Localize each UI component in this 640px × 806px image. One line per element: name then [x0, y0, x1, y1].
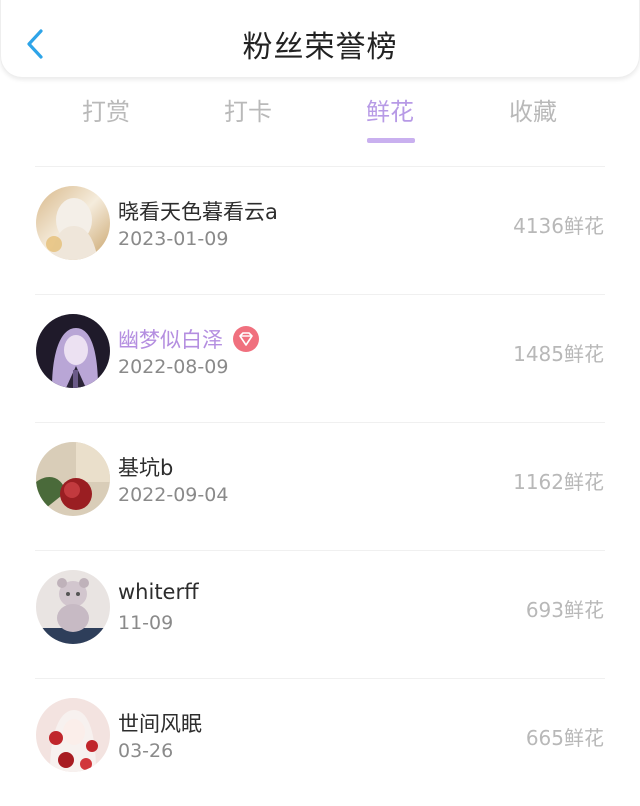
page-title: 粉丝荣誉榜	[242, 30, 398, 65]
flower-count: 1162鲜花	[513, 470, 604, 494]
tab-bar: 打赏 打卡 鲜花 收藏	[0, 92, 640, 148]
tab-favorites[interactable]: 收藏	[473, 92, 593, 148]
list-item[interactable]: 幽梦似白泽 2022-08-09 1485鲜花	[0, 294, 640, 422]
fan-name: whiterff	[118, 580, 199, 604]
avatar	[36, 442, 110, 516]
avatar	[36, 698, 110, 772]
tab-label: 收藏	[509, 98, 557, 126]
list-item[interactable]: 世间风眠 03-26 665鲜花	[0, 678, 640, 806]
flower-count: 693鲜花	[525, 598, 604, 622]
active-tab-indicator	[367, 138, 415, 143]
fan-name: 世间风眠	[118, 708, 202, 738]
fan-name: 基坑b	[118, 452, 173, 482]
fan-name-text: 晓看天色暮看云a	[118, 200, 278, 224]
tab-label: 打卡	[224, 98, 272, 126]
fan-name-text: 基坑b	[118, 456, 174, 480]
header-bar: 粉丝荣誉榜	[0, 0, 640, 78]
avatar	[36, 570, 110, 644]
flower-count: 665鲜花	[525, 726, 604, 750]
fan-date: 2022-09-04	[118, 484, 229, 506]
flower-count: 4136鲜花	[513, 214, 604, 238]
flower-count: 1485鲜花	[513, 342, 604, 366]
avatar	[36, 186, 110, 260]
fan-name-text: 世间风眠	[118, 712, 202, 736]
list-item[interactable]: 基坑b 2022-09-04 1162鲜花	[0, 422, 640, 550]
tab-checkin[interactable]: 打卡	[188, 92, 308, 148]
tab-label: 鲜花	[366, 98, 414, 126]
tab-tips[interactable]: 打赏	[46, 92, 166, 148]
fan-date: 2022-08-09	[118, 356, 229, 378]
fan-date: 2023-01-09	[118, 228, 229, 250]
avatar	[36, 314, 110, 388]
fan-name-text: 幽梦似白泽	[118, 328, 223, 352]
tab-label: 打赏	[82, 98, 130, 126]
fan-name: 晓看天色暮看云a	[118, 196, 278, 226]
fan-date: 11-09	[118, 612, 174, 634]
list-item[interactable]: whiterff 11-09 693鲜花	[0, 550, 640, 678]
fan-date: 03-26	[118, 740, 174, 762]
diamond-vip-icon	[233, 326, 259, 352]
fan-name-text: whiterff	[118, 580, 199, 604]
tab-flowers[interactable]: 鲜花	[330, 92, 450, 148]
fan-name: 幽梦似白泽	[118, 324, 259, 354]
list-item[interactable]: 晓看天色暮看云a 2023-01-09 4136鲜花	[0, 166, 640, 294]
